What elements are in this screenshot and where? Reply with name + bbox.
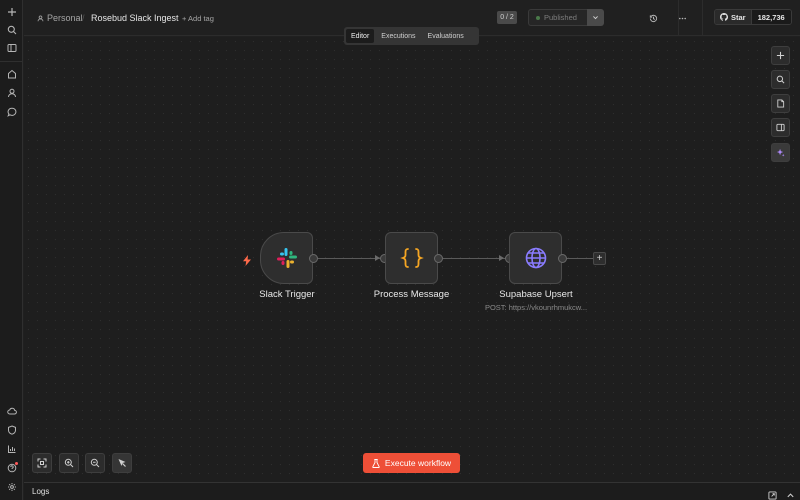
bar-chart-icon[interactable]: [3, 441, 20, 457]
publish-control: Published: [528, 9, 604, 26]
popout-icon[interactable]: [768, 487, 777, 500]
ai-assistant-button[interactable]: [771, 143, 790, 162]
publish-dropdown-button[interactable]: [587, 9, 604, 26]
note-icon: [777, 99, 785, 108]
zoom-out-icon: [90, 458, 100, 468]
execute-workflow-button[interactable]: Execute workflow: [363, 453, 460, 473]
search-icon[interactable]: [3, 22, 20, 38]
fit-view-button[interactable]: [32, 453, 52, 473]
github-star-widget[interactable]: Star 182,736: [714, 9, 792, 25]
plus-icon: [776, 51, 785, 60]
project-name: Personal: [47, 13, 83, 23]
search-nodes-button[interactable]: [771, 70, 790, 89]
pointer-icon: [118, 459, 126, 467]
tab-editor[interactable]: Editor: [346, 29, 375, 43]
search-icon: [776, 75, 785, 84]
zoom-in-button[interactable]: [59, 453, 79, 473]
node-label-supabase-upsert: Supabase Upsert: [499, 289, 573, 300]
connection-arrow: [499, 255, 504, 261]
node-process-message[interactable]: [385, 232, 438, 284]
publish-label: Published: [544, 13, 577, 22]
user-icon: [37, 14, 44, 21]
chevron-up-icon[interactable]: [786, 487, 795, 498]
add-node-button[interactable]: [771, 46, 790, 65]
output-port[interactable]: [309, 254, 318, 263]
flask-icon: [372, 458, 380, 468]
header-divider-right: [702, 0, 703, 36]
slack-icon: [276, 248, 297, 268]
panel-right-icon: [776, 123, 785, 132]
execute-workflow-label: Execute workflow: [384, 458, 452, 468]
github-star-button[interactable]: Star: [715, 10, 751, 24]
trigger-bolt-icon: [242, 253, 252, 266]
chat-icon[interactable]: [3, 104, 20, 120]
node-supabase-upsert[interactable]: [509, 232, 562, 284]
connection-line: [443, 258, 505, 259]
github-icon: [720, 13, 728, 21]
github-star-count: 182,736: [750, 10, 791, 24]
code-braces-icon: [399, 248, 424, 268]
notification-dot: [15, 462, 18, 465]
home-icon[interactable]: [3, 66, 20, 82]
add-icon[interactable]: [3, 4, 20, 20]
publish-button[interactable]: Published: [528, 9, 587, 26]
output-port[interactable]: [434, 254, 443, 263]
fit-view-icon: [37, 458, 47, 468]
help-icon[interactable]: [3, 460, 20, 476]
publish-counter-badge: 0 / 2: [497, 11, 517, 24]
breadcrumb-separator: /: [82, 13, 85, 23]
zoom-out-button[interactable]: [85, 453, 105, 473]
node-subtitle-supabase-upsert: POST: https://vkounrhmukcw...: [484, 303, 588, 312]
node-slack-trigger[interactable]: [260, 232, 313, 284]
globe-icon: [525, 247, 546, 269]
connection-line: [318, 258, 380, 259]
history-icon[interactable]: [647, 12, 659, 24]
toggle-panel-button[interactable]: [771, 118, 790, 137]
chevron-down-icon: [593, 16, 598, 20]
output-port[interactable]: [558, 254, 567, 263]
logs-label: Logs: [32, 487, 50, 496]
sticky-note-button[interactable]: [771, 94, 790, 113]
append-node-button[interactable]: +: [593, 252, 606, 265]
sparkle-icon: [776, 148, 785, 157]
more-options-icon[interactable]: [676, 12, 688, 24]
pointer-tool-button[interactable]: [112, 453, 132, 473]
left-rail: [0, 0, 23, 500]
logs-bar[interactable]: Logs: [24, 482, 800, 500]
rail-divider: [0, 61, 23, 62]
cloud-icon[interactable]: [3, 403, 20, 419]
add-tag-button[interactable]: + Add tag: [182, 13, 214, 25]
connection-line: [567, 258, 593, 259]
workflow-name[interactable]: Rosebud Slack Ingest: [91, 12, 179, 24]
breadcrumb-project[interactable]: Personal: [37, 12, 83, 24]
tab-executions[interactable]: Executions: [376, 29, 420, 43]
node-label-slack-trigger: Slack Trigger: [259, 289, 315, 300]
zoom-in-icon: [64, 458, 74, 468]
view-tabs: Editor Executions Evaluations: [344, 27, 479, 45]
settings-icon[interactable]: [3, 479, 20, 495]
shield-icon[interactable]: [3, 422, 20, 438]
tab-evaluations[interactable]: Evaluations: [423, 29, 469, 43]
sidebar-toggle-icon[interactable]: [3, 40, 20, 56]
publish-status-dot: [536, 15, 540, 20]
user-icon[interactable]: [3, 85, 20, 101]
github-star-label: Star: [731, 12, 746, 22]
node-label-process-message: Process Message: [373, 289, 450, 300]
